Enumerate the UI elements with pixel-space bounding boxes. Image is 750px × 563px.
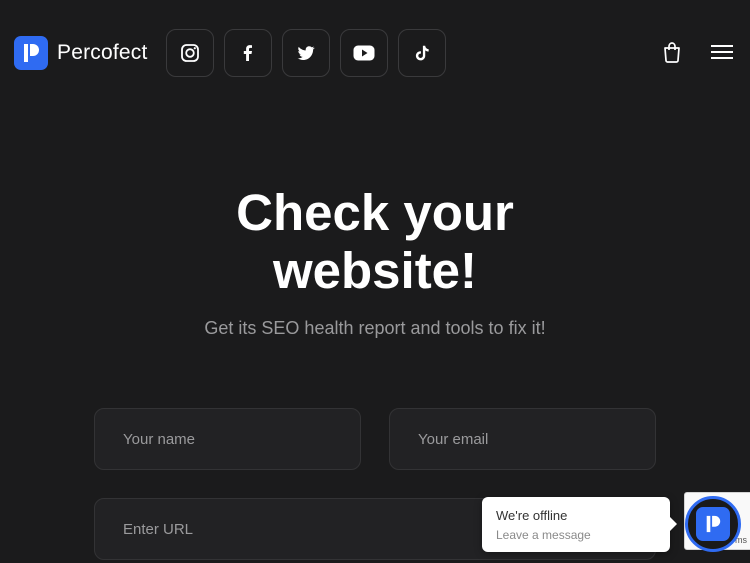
menu-button[interactable]: [710, 40, 734, 64]
hero-title-line1: Check your: [236, 184, 514, 241]
tiktok-icon: [415, 45, 429, 61]
email-input[interactable]: [389, 408, 656, 470]
facebook-button[interactable]: [224, 29, 272, 77]
instagram-icon: [181, 44, 199, 62]
twitter-icon: [297, 46, 315, 60]
page: Percofect Check your website! Get its SE…: [0, 0, 750, 563]
social-links: [166, 29, 446, 77]
hero-title: Check your website!: [0, 184, 750, 300]
cart-button[interactable]: [660, 40, 684, 64]
youtube-button[interactable]: [340, 29, 388, 77]
chat-status: We're offline: [496, 508, 568, 523]
chat-launcher-button[interactable]: [685, 496, 741, 552]
tiktok-button[interactable]: [398, 29, 446, 77]
chat-offline-bubble[interactable]: We're offline Leave a message: [482, 497, 677, 552]
brand-name: Percofect: [57, 41, 148, 64]
leave-message-link[interactable]: Leave a message: [496, 528, 656, 542]
brand-logo[interactable]: Percofect: [14, 36, 148, 70]
logo-icon: [14, 36, 48, 70]
youtube-icon: [353, 45, 375, 61]
chat-logo-icon: [696, 507, 730, 541]
hero-title-line2: website!: [272, 242, 478, 299]
hero-subtitle: Get its SEO health report and tools to f…: [204, 318, 546, 338]
twitter-button[interactable]: [282, 29, 330, 77]
facebook-icon: [243, 45, 252, 61]
shopping-bag-icon: [664, 42, 680, 63]
hamburger-menu-icon: [711, 45, 733, 59]
header-actions: [660, 40, 734, 64]
name-input[interactable]: [94, 408, 361, 470]
instagram-button[interactable]: [166, 29, 214, 77]
